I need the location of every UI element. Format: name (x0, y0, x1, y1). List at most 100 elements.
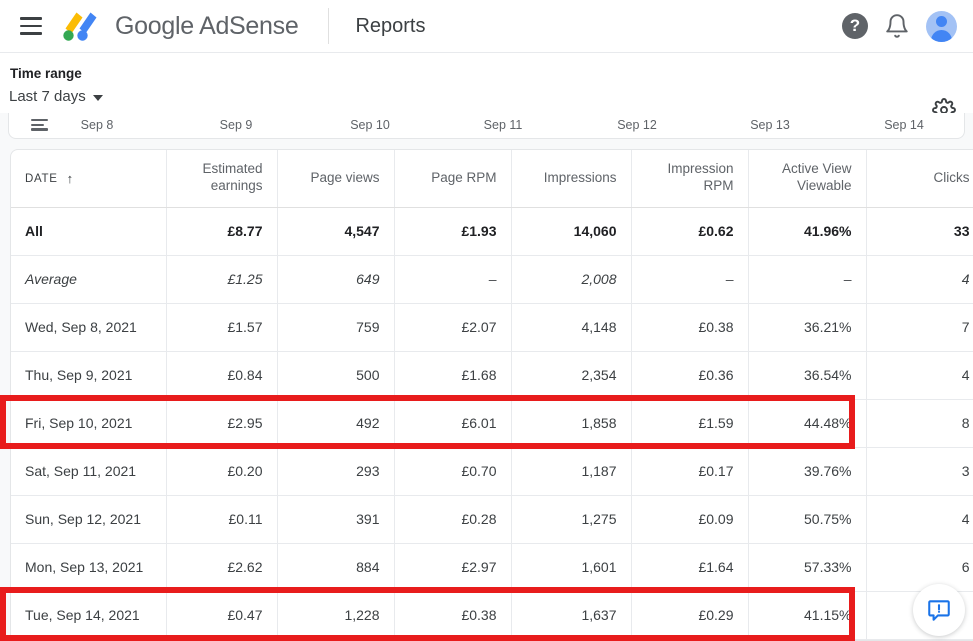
chart-x-tick: Sep 13 (750, 118, 790, 132)
sort-ascending-icon: ↑ (66, 171, 74, 187)
cell-page-rpm: – (394, 255, 512, 304)
adsense-mark-icon (63, 12, 97, 41)
cell-estimated-earnings: £1.57 (166, 303, 278, 352)
cell-page-views: 759 (277, 303, 395, 352)
table-row[interactable]: Tue, Sep 14, 2021 £0.47 1,228 £0.38 1,637 £0.… (11, 591, 973, 640)
cell-impressions: 1,637 (511, 591, 632, 640)
cell-page-rpm: £2.07 (394, 303, 512, 352)
brand-text: Google AdSense (115, 11, 299, 40)
cell-date: All (11, 207, 167, 256)
column-header-clicks[interactable]: Clicks (866, 150, 973, 208)
cell-page-rpm: £0.70 (394, 447, 512, 496)
cell-active-view-viewable: 41.96% (748, 207, 867, 256)
toolbar: Time range Last 7 days (0, 53, 973, 122)
table-row[interactable]: All £8.77 4,547 £1.93 14,060 £0.62 41.96% 33 (11, 207, 973, 256)
cell-impressions: 2,354 (511, 351, 632, 400)
time-range-selector[interactable]: Last 7 days (9, 88, 103, 105)
column-header-estimated-earnings[interactable]: Estimated earnings (166, 150, 278, 208)
chart-card: Sep 8 Sep 9 Sep 10 Sep 11 Sep 12 Sep 13 Sep 14 (8, 113, 965, 139)
cell-page-views: 1,228 (277, 591, 395, 640)
avatar[interactable] (926, 10, 957, 42)
cell-clicks: 33 (866, 207, 973, 256)
cell-estimated-earnings: £8.77 (166, 207, 278, 256)
hamburger-line (20, 24, 42, 28)
cell-page-views: 884 (277, 543, 395, 592)
cell-impressions: 1,858 (511, 399, 632, 448)
cell-impression-rpm: £0.29 (631, 591, 749, 640)
hamburger-menu-icon[interactable] (14, 9, 48, 43)
avatar-body (931, 29, 952, 42)
table-row[interactable]: Wed, Sep 8, 2021 £1.57 759 £2.07 4,148 £0.38 3… (11, 303, 973, 352)
cell-page-rpm: £1.68 (394, 351, 512, 400)
cell-impressions: 1,275 (511, 495, 632, 544)
column-header-impression-rpm[interactable]: Impression RPM (631, 150, 749, 208)
cell-clicks: 4 (866, 495, 973, 544)
cell-active-view-viewable: 57.33% (748, 543, 867, 592)
cell-page-views: 4,547 (277, 207, 395, 256)
column-header-page-views[interactable]: Page views (277, 150, 395, 208)
help-icon[interactable]: ? (842, 13, 868, 39)
hamburger-line (20, 32, 42, 35)
chart-options-icon[interactable] (31, 119, 48, 131)
appbar-actions: ? (842, 10, 957, 42)
cell-clicks: 8 (866, 399, 973, 448)
cell-page-rpm: £6.01 (394, 399, 512, 448)
cell-impression-rpm: £0.62 (631, 207, 749, 256)
cell-clicks: 3 (866, 447, 973, 496)
cell-impression-rpm: £1.59 (631, 399, 749, 448)
chart-x-tick: Sep 11 (483, 118, 523, 132)
cell-active-view-viewable: 39.76% (748, 447, 867, 496)
app-bar: Google AdSense Reports ? (0, 0, 973, 53)
report-table: DATE ↑ Estimated earnings Page views Page… (11, 150, 973, 640)
axis-icon-line (31, 123, 44, 126)
adsense-logo[interactable]: Google AdSense (62, 9, 299, 43)
cell-estimated-earnings: £0.84 (166, 351, 278, 400)
column-header-impressions[interactable]: Impressions (511, 150, 632, 208)
cell-impression-rpm: £0.36 (631, 351, 749, 400)
cell-active-view-viewable: 44.48% (748, 399, 867, 448)
table-row[interactable]: Fri, Sep 10, 2021 £2.95 492 £6.01 1,858 £1.59… (11, 399, 973, 448)
cell-clicks: 6 (866, 543, 973, 592)
table-row[interactable]: Sun, Sep 12, 2021 £0.11 391 £0.28 1,275 £0.09… (11, 495, 973, 544)
table-body: All £8.77 4,547 £1.93 14,060 £0.62 41.96% 33 Ave… (11, 207, 973, 640)
cell-active-view-viewable: 41.15% (748, 591, 867, 640)
cell-active-view-viewable: – (748, 255, 867, 304)
cell-impressions: 4,148 (511, 303, 632, 352)
cell-page-rpm: £1.93 (394, 207, 512, 256)
cell-date: Average (11, 255, 167, 304)
cell-date: Fri, Sep 10, 2021 (11, 399, 167, 448)
cell-page-rpm: £2.97 (394, 543, 512, 592)
cell-estimated-earnings: £0.47 (166, 591, 278, 640)
notifications-bell-icon[interactable] (884, 13, 910, 39)
cell-impression-rpm: £0.09 (631, 495, 749, 544)
send-feedback-button[interactable] (913, 584, 965, 636)
cell-page-views: 492 (277, 399, 395, 448)
cell-impressions: 2,008 (511, 255, 632, 304)
cell-date: Sun, Sep 12, 2021 (11, 495, 167, 544)
cell-active-view-viewable: 36.21% (748, 303, 867, 352)
cell-page-views: 293 (277, 447, 395, 496)
column-header-active-view-viewable[interactable]: Active View Viewable (748, 150, 867, 208)
cell-impression-rpm: – (631, 255, 749, 304)
chart-x-tick: Sep 12 (617, 118, 657, 132)
table-row[interactable]: Mon, Sep 13, 2021 £2.62 884 £2.97 1,601 £1.64… (11, 543, 973, 592)
column-header-date[interactable]: DATE ↑ (11, 150, 167, 208)
cell-clicks: 4 (866, 351, 973, 400)
column-header-page-rpm[interactable]: Page RPM (394, 150, 512, 208)
cell-estimated-earnings: £1.25 (166, 255, 278, 304)
appbar-divider (328, 8, 330, 44)
cell-impressions: 1,601 (511, 543, 632, 592)
table-head: DATE ↑ Estimated earnings Page views Page… (11, 150, 973, 208)
feedback-icon (928, 600, 950, 621)
table-row[interactable]: Average £1.25 649–2,008– –4 (11, 255, 973, 304)
cell-page-views: 391 (277, 495, 395, 544)
cell-date: Thu, Sep 9, 2021 (11, 351, 167, 400)
cell-clicks: 7 (866, 303, 973, 352)
table-row[interactable]: Thu, Sep 9, 2021 £0.84 500 £1.68 2,354 £0.36 3… (11, 351, 973, 400)
cell-page-rpm: £0.38 (394, 591, 512, 640)
cell-page-views: 500 (277, 351, 395, 400)
cell-date: Tue, Sep 14, 2021 (11, 591, 167, 640)
cell-active-view-viewable: 50.75% (748, 495, 867, 544)
table-row[interactable]: Sat, Sep 11, 2021 £0.20 293 £0.70 1,187 £0.17… (11, 447, 973, 496)
page-title: Reports (355, 14, 426, 37)
